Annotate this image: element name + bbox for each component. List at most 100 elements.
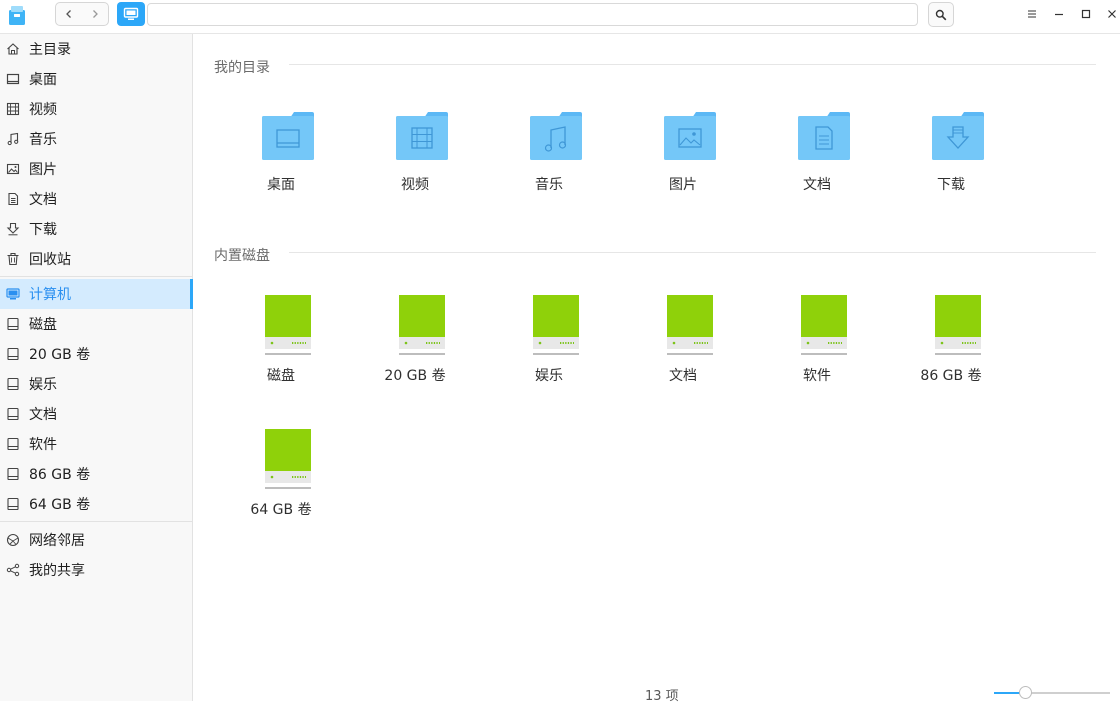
sidebar-item-documents[interactable]: 文档 — [0, 184, 193, 214]
picture-icon — [6, 162, 20, 176]
minimize-icon — [1055, 13, 1063, 16]
folder-tile-pictures[interactable]: 图片 — [628, 110, 738, 210]
sidebar-item-network[interactable]: 网络邻居 — [0, 525, 193, 555]
folder-label: 视频 — [401, 177, 429, 193]
disk-tile[interactable]: 20 GB 卷 — [360, 294, 470, 394]
folder-label: 音乐 — [535, 177, 563, 193]
title-bar — [0, 0, 1120, 30]
sidebar-item-pictures[interactable]: 图片 — [0, 154, 193, 184]
sidebar: 主目录 桌面 视频 音乐 图片 文档 下载 回收站 计算机 磁盘 20 GB 卷 — [0, 34, 193, 701]
document-folder-icon — [798, 112, 850, 160]
hard-disk-icon — [265, 429, 311, 489]
breadcrumb-computer-button[interactable] — [117, 2, 145, 26]
computer-icon — [123, 7, 139, 20]
sidebar-item-drive[interactable]: 文档 — [0, 399, 193, 429]
folder-tile-video[interactable]: 视频 — [360, 110, 470, 210]
folder-tile-documents[interactable]: 文档 — [762, 110, 872, 210]
maximize-button[interactable] — [1078, 6, 1094, 22]
sidebar-item-trash[interactable]: 回收站 — [0, 244, 193, 274]
disk-tile[interactable]: 64 GB 卷 — [226, 428, 336, 528]
sidebar-item-label: 主目录 — [29, 42, 71, 58]
sidebar-item-home[interactable]: 主目录 — [0, 34, 193, 64]
sidebar-item-label: 计算机 — [29, 287, 71, 303]
search-button[interactable] — [928, 2, 954, 27]
sidebar-item-label: 磁盘 — [29, 317, 57, 333]
hard-disk-icon — [667, 295, 713, 355]
trash-icon — [6, 252, 20, 266]
folder-label: 图片 — [669, 177, 697, 193]
sidebar-item-drive[interactable]: 软件 — [0, 429, 193, 459]
hard-disk-icon — [935, 295, 981, 355]
disk-label: 86 GB 卷 — [920, 368, 982, 384]
drive-icon — [6, 497, 20, 511]
menu-button[interactable] — [1024, 6, 1040, 22]
network-icon — [6, 533, 20, 547]
music-icon — [6, 132, 20, 146]
sidebar-item-downloads[interactable]: 下载 — [0, 214, 193, 244]
drive-icon — [6, 467, 20, 481]
drive-icon — [6, 377, 20, 391]
drive-icon — [6, 347, 20, 361]
sidebar-item-drive[interactable]: 20 GB 卷 — [0, 339, 193, 369]
sidebar-item-drive[interactable]: 磁盘 — [0, 309, 193, 339]
video-folder-icon — [396, 112, 448, 160]
hard-disk-icon — [265, 295, 311, 355]
minimize-button[interactable] — [1051, 6, 1067, 22]
my-directories-title: 我的目录 — [214, 60, 270, 76]
sidebar-item-drive[interactable]: 64 GB 卷 — [0, 489, 193, 519]
sidebar-item-label: 下载 — [29, 222, 57, 238]
sidebar-divider — [0, 521, 192, 522]
drive-icon — [6, 407, 20, 421]
sidebar-item-video[interactable]: 视频 — [0, 94, 193, 124]
folder-tile-downloads[interactable]: 下载 — [896, 110, 1006, 210]
disk-label: 文档 — [669, 368, 697, 384]
sidebar-item-desktop[interactable]: 桌面 — [0, 64, 193, 94]
forward-button[interactable] — [82, 3, 108, 25]
sidebar-item-label: 娱乐 — [29, 377, 57, 393]
disk-tile[interactable]: 文档 — [628, 294, 738, 394]
folder-label: 下载 — [937, 177, 965, 193]
sidebar-item-drive[interactable]: 娱乐 — [0, 369, 193, 399]
drive-icon — [6, 317, 20, 331]
sidebar-item-label: 文档 — [29, 192, 57, 208]
disk-label: 20 GB 卷 — [384, 368, 446, 384]
zoom-slider-handle[interactable] — [1018, 686, 1032, 699]
section-divider — [289, 64, 1096, 65]
folder-tile-desktop[interactable]: 桌面 — [226, 110, 336, 210]
computer-icon — [6, 287, 20, 301]
chevron-right-icon — [93, 10, 98, 18]
back-button[interactable] — [56, 3, 82, 25]
download-icon — [6, 222, 20, 236]
disk-tile[interactable]: 86 GB 卷 — [896, 294, 1006, 394]
sidebar-item-label: 网络邻居 — [29, 533, 85, 549]
disk-tile[interactable]: 软件 — [762, 294, 872, 394]
sidebar-item-music[interactable]: 音乐 — [0, 124, 193, 154]
address-bar[interactable] — [147, 3, 918, 26]
folder-label: 文档 — [803, 177, 831, 193]
file-manager-logo-icon — [7, 4, 27, 26]
home-icon — [6, 42, 20, 56]
hamburger-menu-icon — [1028, 10, 1036, 18]
hard-disk-icon — [399, 295, 445, 355]
download-folder-icon — [932, 112, 984, 160]
desktop-icon — [6, 72, 20, 86]
search-icon — [935, 9, 947, 20]
sidebar-item-label: 视频 — [29, 102, 57, 118]
sidebar-item-drive[interactable]: 86 GB 卷 — [0, 459, 193, 489]
sidebar-item-computer[interactable]: 计算机 — [0, 279, 193, 309]
drive-icon — [6, 437, 20, 451]
close-button[interactable] — [1104, 6, 1120, 22]
desktop-folder-icon — [262, 112, 314, 160]
disk-tile[interactable]: 娱乐 — [494, 294, 604, 394]
disk-tile[interactable]: 磁盘 — [226, 294, 336, 394]
sidebar-item-label: 音乐 — [29, 132, 57, 148]
sidebar-item-label: 图片 — [29, 162, 57, 178]
sidebar-item-label: 20 GB 卷 — [29, 347, 91, 363]
section-divider — [289, 252, 1096, 253]
sidebar-item-share[interactable]: 我的共享 — [0, 555, 193, 585]
picture-folder-icon — [664, 112, 716, 160]
share-icon — [6, 563, 20, 577]
disk-label: 软件 — [803, 368, 831, 384]
sidebar-item-label: 软件 — [29, 437, 57, 453]
folder-tile-music[interactable]: 音乐 — [494, 110, 604, 210]
